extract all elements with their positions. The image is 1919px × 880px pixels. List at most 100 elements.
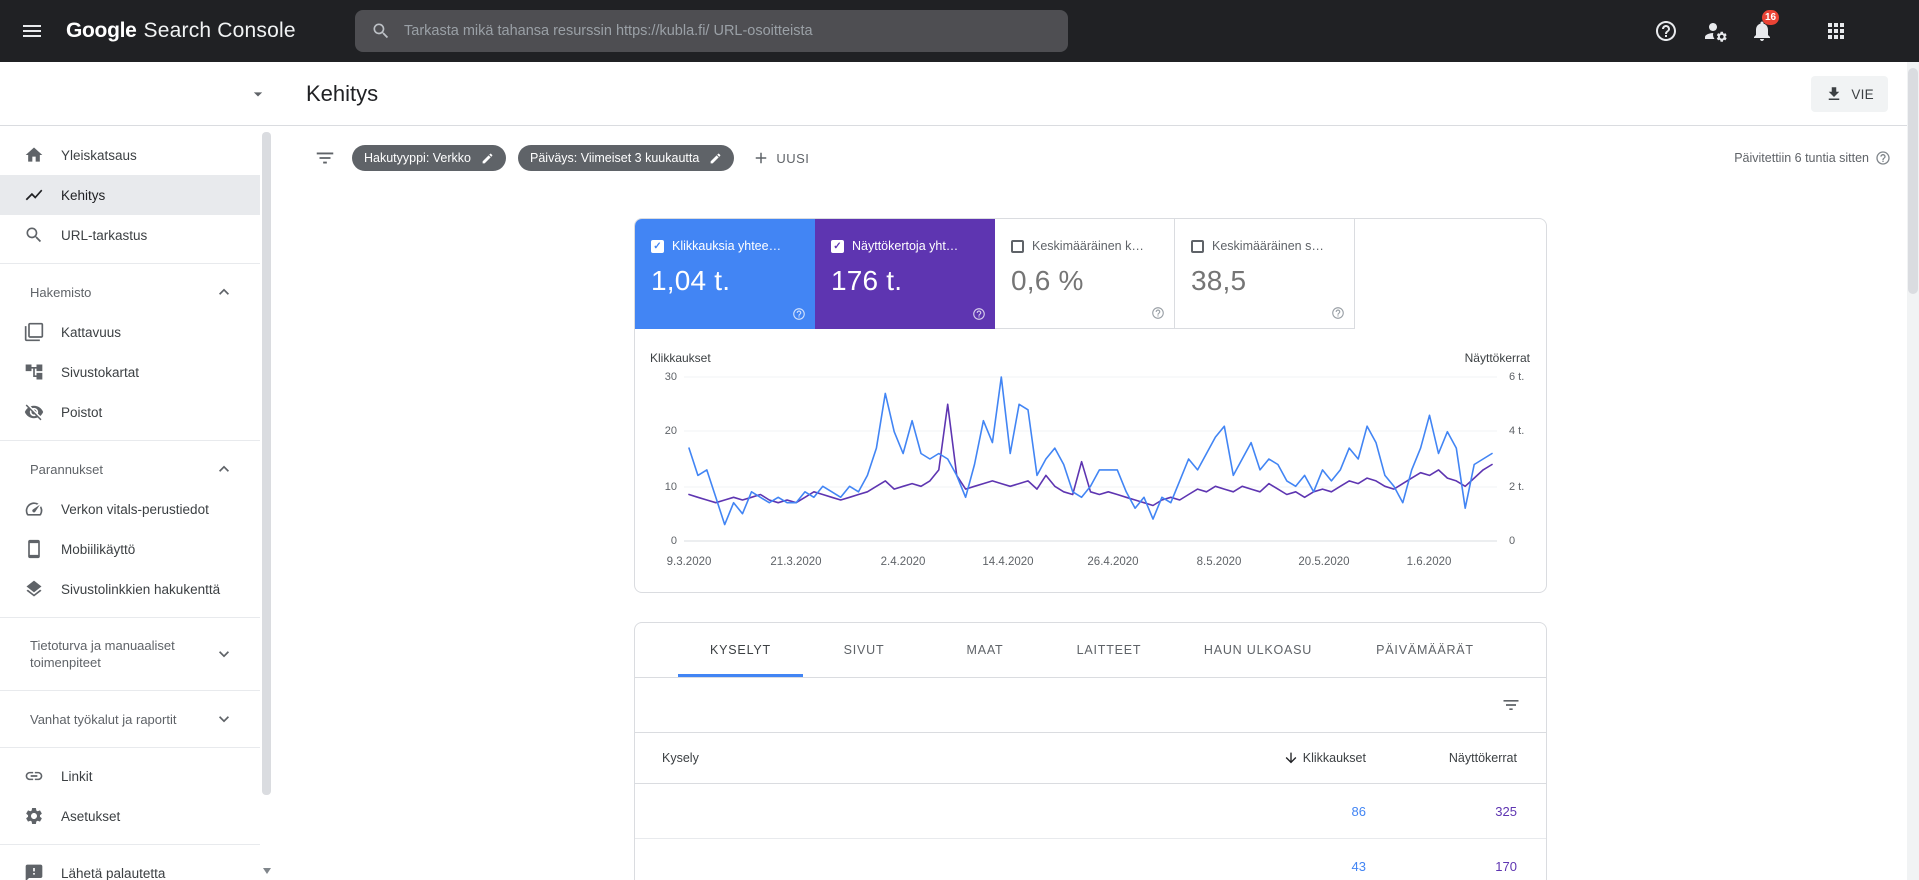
sidebar-item-links[interactable]: Linkit <box>0 756 260 796</box>
property-selector[interactable] <box>0 62 284 126</box>
sidebar-section-enhancements[interactable]: Parannukset <box>0 449 260 489</box>
metric-label: Näyttökertoja yht… <box>852 239 959 253</box>
filter-chip-date-range[interactable]: Päiväys: Viimeiset 3 kuukautta <box>518 145 735 171</box>
help-icon[interactable] <box>1331 306 1345 320</box>
settings-icon <box>26 808 42 824</box>
column-header-clicks[interactable]: Klikkaukset <box>1246 750 1366 766</box>
tab-queries[interactable]: KYSELYT <box>678 623 803 677</box>
menu-button[interactable] <box>20 19 44 43</box>
mobile-icon <box>28 539 40 559</box>
checkbox-unchecked-icon[interactable] <box>1191 239 1204 253</box>
performance-chart[interactable] <box>684 371 1497 546</box>
tab-dates[interactable]: PÄIVÄMÄÄRÄT <box>1343 623 1507 677</box>
sidebar-item-performance[interactable]: Kehitys <box>0 175 260 215</box>
metric-label: Keskimääräinen k… <box>1032 239 1144 253</box>
checkbox-checked-icon[interactable]: ✓ <box>651 239 664 253</box>
sidebar-item-sitemaps[interactable]: Sivustokartat <box>0 352 260 392</box>
y-axis-tick: 6 t. <box>1509 371 1525 383</box>
metric-card-average-position[interactable]: Keskimääräinen s… 38,5 <box>1175 219 1355 329</box>
x-axis-tick: 8.5.2020 <box>1196 556 1242 568</box>
help-icon[interactable] <box>972 307 986 321</box>
metric-card-average-ctr[interactable]: Keskimääräinen k… 0,6 % <box>995 219 1175 329</box>
sidebar-item-label: Lähetä palautetta <box>61 865 166 880</box>
chevron-up-icon <box>219 465 229 472</box>
page-scrollbar-thumb[interactable] <box>1908 68 1918 294</box>
filter-chip-search-type[interactable]: Hakutyyppi: Verkko <box>352 145 506 171</box>
sidebar-item-settings[interactable]: Asetukset <box>0 796 260 836</box>
sitemaps-icon <box>25 364 43 380</box>
notifications-badge: 16 <box>1762 10 1780 25</box>
chevron-up-icon <box>219 288 229 295</box>
sidebar-section-security[interactable]: Tietoturva ja manuaaliset toimenpiteet <box>0 626 260 682</box>
sidebar-section-index[interactable]: Hakemisto <box>0 272 260 312</box>
checkbox-unchecked-icon[interactable] <box>1011 239 1024 253</box>
page-header: Kehitys VIE <box>284 62 1919 126</box>
sidebar-item-overview[interactable]: Yleiskatsaus <box>0 135 260 175</box>
sidebar-item-feedback[interactable]: Lähetä palautetta <box>0 853 260 880</box>
tab-pages[interactable]: SIVUT <box>803 623 925 677</box>
table-row[interactable]: 86 325 <box>635 784 1546 839</box>
download-icon <box>1829 87 1840 100</box>
dimension-tabs: KYSELYT SIVUT MAAT LAITTEET HAUN ULKOASU… <box>635 623 1546 678</box>
x-axis-tick: 1.6.2020 <box>1406 556 1452 568</box>
sidebar-scrollbar[interactable] <box>262 132 271 795</box>
help-icon[interactable] <box>1151 306 1165 320</box>
sidebar-item-coverage[interactable]: Kattavuus <box>0 312 260 352</box>
sidebar-item-label: Asetukset <box>61 808 121 824</box>
help-icon[interactable] <box>1875 150 1891 166</box>
y-axis-tick: 20 <box>664 425 677 437</box>
y-axis-tick: 0 <box>670 535 677 547</box>
metric-card-total-impressions[interactable]: ✓ Näyttökertoja yht… 176 t. <box>815 219 995 329</box>
new-filter-button[interactable]: UUSI <box>752 149 809 167</box>
table-filter-icon[interactable] <box>1501 695 1521 715</box>
table-row[interactable]: 43 170 <box>635 839 1546 880</box>
main-content: Kehitys VIE Hakutyyppi: Verkko Päiväys: … <box>284 62 1919 880</box>
app-logo[interactable]: Google Search Console <box>66 0 296 62</box>
sitelinks-icon <box>26 580 42 597</box>
clicks-cell: 43 <box>1351 858 1366 874</box>
sidebar-item-mobile-usability[interactable]: Mobiilikäyttö <box>0 529 260 569</box>
checkbox-checked-icon[interactable]: ✓ <box>831 239 844 253</box>
logo-google: Google <box>66 19 137 42</box>
sidebar-item-label: URL-tarkastus <box>61 227 148 243</box>
sidebar-divider <box>0 440 260 441</box>
sidebar-divider <box>0 263 260 264</box>
sidebar-item-core-web-vitals[interactable]: Verkon vitals-perustiedot <box>0 489 260 529</box>
plus-icon <box>756 152 767 164</box>
export-button[interactable]: VIE <box>1811 76 1888 112</box>
menu-icon <box>23 25 41 37</box>
chart-zone: Klikkaukset Näyttökerrat 30 20 10 0 6 t.… <box>635 329 1546 592</box>
sidebar-scroll-down-arrow[interactable] <box>263 868 271 874</box>
x-axis-tick: 21.3.2020 <box>770 556 822 568</box>
filter-icon[interactable] <box>314 147 336 169</box>
tab-devices[interactable]: LAITTEET <box>1045 623 1173 677</box>
impressions-cell: 325 <box>1495 803 1517 819</box>
apps-grid-icon <box>1828 23 1844 39</box>
performance-icon <box>25 189 43 201</box>
tab-search-appearance[interactable]: HAUN ULKOASU <box>1173 623 1343 677</box>
sidebar-item-sitelinks-searchbox[interactable]: Sivustolinkkien hakukenttä <box>0 569 260 609</box>
metric-card-total-clicks[interactable]: ✓ Klikkauksia yhtee… 1,04 t. <box>635 219 815 329</box>
table-filter-row <box>635 678 1546 733</box>
apps-button[interactable] <box>1824 19 1848 43</box>
queries-table-card: KYSELYT SIVUT MAAT LAITTEET HAUN ULKOASU… <box>634 622 1547 880</box>
tab-countries[interactable]: MAAT <box>925 623 1045 677</box>
sidebar-section-legacy[interactable]: Vanhat työkalut ja raportit <box>0 699 260 739</box>
last-updated: Päivitettiin 6 tuntia sitten <box>1734 150 1891 166</box>
global-search-box[interactable] <box>355 10 1068 52</box>
sort-arrow-icon <box>1285 752 1297 764</box>
left-axis-title: Klikkaukset <box>650 351 711 365</box>
manage-accounts-button[interactable] <box>1704 19 1728 43</box>
sidebar-item-removals[interactable]: Poistot <box>0 392 260 432</box>
help-icon[interactable] <box>792 307 806 321</box>
metric-label: Keskimääräinen s… <box>1212 239 1324 253</box>
column-header-query[interactable]: Kysely <box>635 751 1246 765</box>
page-scrollbar[interactable] <box>1907 62 1919 880</box>
page-title: Kehitys <box>306 80 379 106</box>
sidebar-item-label: Linkit <box>61 768 93 784</box>
help-button[interactable] <box>1654 19 1678 43</box>
sidebar-item-url-inspection[interactable]: URL-tarkastus <box>0 215 260 255</box>
column-header-impressions[interactable]: Näyttökerrat <box>1366 751 1546 765</box>
search-input[interactable] <box>404 23 1052 39</box>
metric-value: 176 t. <box>831 265 903 296</box>
